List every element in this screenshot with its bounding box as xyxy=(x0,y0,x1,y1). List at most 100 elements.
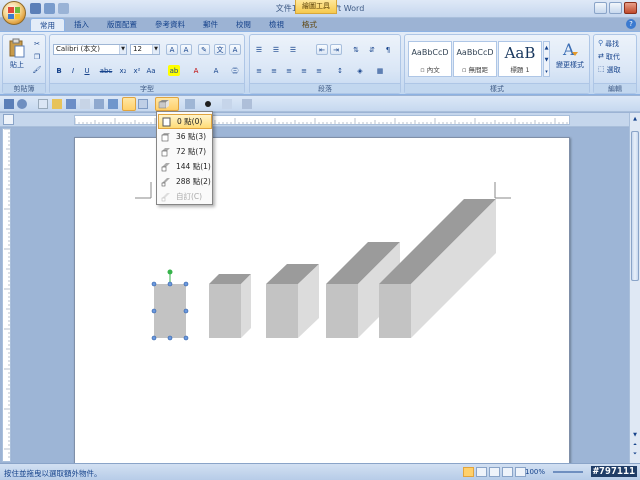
save-as-icon[interactable] xyxy=(66,99,76,109)
depth-option-36pt[interactable]: 36 點(3) xyxy=(158,129,212,144)
tab-home[interactable]: 常用 xyxy=(30,18,65,32)
cut-icon[interactable]: ✂ xyxy=(31,38,43,49)
undo-icon[interactable] xyxy=(17,99,27,109)
select-objects-button[interactable] xyxy=(122,97,136,111)
tab-review[interactable]: 校閱 xyxy=(227,18,260,32)
new-doc-icon[interactable] xyxy=(38,99,48,109)
paste-button[interactable]: 貼上 xyxy=(7,38,27,72)
depth-option-288pt[interactable]: 288 點(2) xyxy=(158,174,212,189)
shrink-font-icon[interactable]: A xyxy=(180,44,192,55)
close-button[interactable] xyxy=(624,2,637,14)
increase-indent-icon[interactable]: ⇥ xyxy=(330,44,342,55)
bullets-icon[interactable]: ☰ xyxy=(253,44,265,55)
document-page[interactable] xyxy=(74,137,570,463)
spelling-icon[interactable] xyxy=(108,99,118,109)
distributed-icon[interactable]: ≡ xyxy=(313,65,325,76)
scroll-thumb[interactable] xyxy=(631,131,639,281)
text-direction-icon[interactable]: ⇅ xyxy=(350,44,362,55)
shape-extrusion-36pt[interactable] xyxy=(209,274,251,338)
phonetic-guide-icon[interactable]: 文 xyxy=(214,44,226,55)
scroll-down-icon[interactable]: ▼ xyxy=(631,431,639,439)
styles-scroll[interactable]: ▲ ▼ ▾ xyxy=(543,41,550,77)
justify-icon[interactable]: ≡ xyxy=(298,65,310,76)
help-icon[interactable]: ? xyxy=(626,19,636,29)
line-spacing-icon[interactable]: ↕ xyxy=(334,65,346,76)
align-left-icon[interactable]: ≡ xyxy=(253,65,265,76)
print-preview-icon[interactable] xyxy=(80,99,90,109)
tab-format[interactable]: 格式 xyxy=(293,18,326,32)
tab-insert[interactable]: 插入 xyxy=(65,18,98,32)
bold-icon[interactable]: B xyxy=(53,65,65,76)
change-case-icon[interactable]: Aa xyxy=(145,65,157,76)
save-icon[interactable] xyxy=(4,99,14,109)
tab-references[interactable]: 參考資料 xyxy=(146,18,194,32)
web-layout-view-icon[interactable] xyxy=(489,467,500,477)
enclose-char-icon[interactable]: ㊂ xyxy=(229,65,241,76)
multilevel-list-icon[interactable]: ☰ xyxy=(287,44,299,55)
align-center-icon[interactable]: ≡ xyxy=(268,65,280,76)
copy-icon[interactable]: ❐ xyxy=(31,51,43,62)
print-layout-view-icon[interactable] xyxy=(463,467,474,477)
print-icon[interactable] xyxy=(94,99,104,109)
depth-option-72pt[interactable]: 72 點(7) xyxy=(158,144,212,159)
style-heading-1[interactable]: AaB 標題 1 xyxy=(498,41,542,77)
char-shading-icon[interactable]: A xyxy=(210,65,222,76)
vertical-scrollbar[interactable]: ▲ ▼ ⏶ ⏷ xyxy=(629,113,640,463)
outline-view-icon[interactable] xyxy=(502,467,513,477)
borders-icon[interactable]: ▦ xyxy=(374,65,386,76)
chevron-down-icon[interactable]: ▼ xyxy=(152,45,159,54)
maximize-button[interactable] xyxy=(609,2,622,14)
font-name-field[interactable]: Calibri (本文) ▼ xyxy=(53,44,127,55)
shape-rectangle-0pt[interactable] xyxy=(151,269,189,341)
underline-icon[interactable]: U xyxy=(81,65,93,76)
char-border-icon[interactable]: A xyxy=(229,44,241,55)
prev-page-icon[interactable]: ⏶ xyxy=(631,441,639,449)
font-size-field[interactable]: 12 ▼ xyxy=(130,44,160,55)
italic-icon[interactable]: I xyxy=(67,65,79,76)
font-color-icon[interactable]: A xyxy=(190,65,202,76)
style-normal[interactable]: AaBbCcD ▫ 內文 xyxy=(408,41,452,77)
clear-format-icon[interactable]: ✎ xyxy=(198,44,210,55)
format-painter-icon[interactable]: 🖌 xyxy=(31,64,43,75)
vertical-ruler[interactable] xyxy=(2,128,11,462)
show-marks-icon[interactable]: ¶ xyxy=(382,44,394,55)
grow-font-icon[interactable]: A xyxy=(166,44,178,55)
office-button[interactable] xyxy=(2,1,26,25)
shape-extrusion-288pt[interactable] xyxy=(379,199,496,338)
change-styles-button[interactable]: A 變更樣式 xyxy=(553,38,587,80)
shading-icon[interactable]: ◈ xyxy=(354,65,366,76)
chevron-down-icon[interactable]: ▼ xyxy=(119,45,126,54)
surface-icon[interactable] xyxy=(242,99,252,109)
table-icon[interactable] xyxy=(138,99,148,109)
find-button[interactable]: ⚲ 尋找 xyxy=(598,39,619,49)
select-button[interactable]: ⬚ 選取 xyxy=(598,65,621,75)
depth-option-0pt[interactable]: 0 點(0) xyxy=(158,114,212,129)
strikethrough-icon[interactable]: abc xyxy=(100,65,113,76)
align-right-icon[interactable]: ≡ xyxy=(283,65,295,76)
tab-mailings[interactable]: 郵件 xyxy=(194,18,227,32)
style-no-spacing[interactable]: AaBbCcD ▫ 無間距 xyxy=(453,41,497,77)
tab-stop-selector[interactable] xyxy=(3,114,14,125)
scroll-up-icon[interactable]: ▲ xyxy=(631,115,639,123)
3d-color-icon[interactable] xyxy=(205,101,211,107)
full-screen-view-icon[interactable] xyxy=(476,467,487,477)
tab-view[interactable]: 檢視 xyxy=(260,18,293,32)
replace-button[interactable]: ⇄ 取代 xyxy=(598,52,620,62)
zoom-level[interactable]: 100% xyxy=(525,468,545,476)
horizontal-ruler[interactable] xyxy=(74,115,570,125)
minimize-button[interactable] xyxy=(594,2,607,14)
depth-option-144pt[interactable]: 144 點(1) xyxy=(158,159,212,174)
shape-extrusion-72pt[interactable] xyxy=(266,264,319,338)
next-page-icon[interactable]: ⏷ xyxy=(631,450,639,458)
lighting-icon[interactable] xyxy=(222,99,232,109)
superscript-icon[interactable]: x² xyxy=(131,65,143,76)
highlight-icon[interactable]: ab xyxy=(168,65,180,76)
subscript-icon[interactable]: x₂ xyxy=(117,65,129,76)
rotation-handle[interactable] xyxy=(167,269,173,275)
tab-page-layout[interactable]: 版面配置 xyxy=(98,18,146,32)
sort-icon[interactable]: ⇵ xyxy=(366,44,378,55)
3d-tilt-icon[interactable] xyxy=(185,99,195,109)
open-icon[interactable] xyxy=(52,99,62,109)
zoom-slider[interactable] xyxy=(553,471,583,473)
numbering-icon[interactable]: ☰ xyxy=(270,44,282,55)
